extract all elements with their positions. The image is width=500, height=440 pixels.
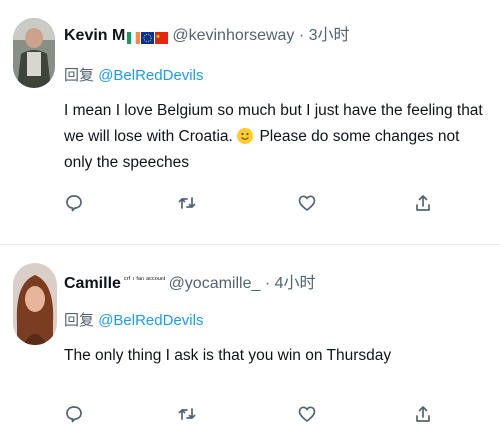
share-icon[interactable] <box>413 193 433 213</box>
tweet-text: The only thing I ask is that you win on … <box>64 347 392 364</box>
timestamp[interactable]: · 4小时 <box>265 275 316 292</box>
smiley-emoji-icon <box>237 128 254 144</box>
avatar[interactable] <box>13 18 55 88</box>
retweet-icon[interactable] <box>177 404 197 424</box>
avatar[interactable] <box>13 263 57 345</box>
like-icon[interactable] <box>297 404 317 424</box>
ireland-flag-icon <box>127 31 141 45</box>
tweet-header: Kevin M @kevinhorseway · 3小时 <box>64 26 350 48</box>
mention-link[interactable]: @BelRedDevils <box>98 312 203 329</box>
timestamp[interactable]: · 3小时 <box>299 27 350 44</box>
share-icon[interactable] <box>413 404 433 424</box>
tweet-header: Camille ᶜʳᶠ ᶦ ᶠᵃⁿ ᵃᶜᶜᵒᵘⁿᵗ @yocamille_ · 4小… <box>64 270 316 294</box>
reply-prefix: 回复 <box>64 312 95 329</box>
reply-icon[interactable] <box>64 404 84 424</box>
retweet-icon[interactable] <box>177 193 197 213</box>
china-flag-icon <box>155 31 169 45</box>
eu-flag-icon <box>141 31 155 45</box>
tweet[interactable]: Camille ᶜʳᶠ ᶦ ᶠᵃⁿ ᵃᶜᶜᵒᵘⁿᵗ @yocamille_ · 4小… <box>0 245 500 440</box>
name-suffix: ᶜʳᶠ ᶦ ᶠᵃⁿ ᵃᶜᶜᵒᵘⁿᵗ <box>123 275 166 284</box>
display-name[interactable]: Camille <box>64 275 121 292</box>
reply-context: 回复 @BelRedDevils <box>64 309 203 330</box>
flag-emojis <box>127 28 169 48</box>
handle[interactable]: @yocamille_ <box>169 275 261 292</box>
reply-prefix: 回复 <box>64 67 95 84</box>
tweet[interactable]: Kevin M @kevinhorseway · 3小时 回复 @BelRedD… <box>0 0 500 245</box>
tweet-actions <box>0 193 500 217</box>
tweet-text: I mean I love Belgium so much but I just… <box>64 98 484 176</box>
display-name[interactable]: Kevin M <box>64 27 125 44</box>
reply-icon[interactable] <box>64 193 84 213</box>
mention-link[interactable]: @BelRedDevils <box>98 67 203 84</box>
tweet-actions <box>0 404 500 428</box>
reply-context: 回复 @BelRedDevils <box>64 64 203 85</box>
like-icon[interactable] <box>297 193 317 213</box>
handle[interactable]: @kevinhorseway <box>172 27 294 44</box>
